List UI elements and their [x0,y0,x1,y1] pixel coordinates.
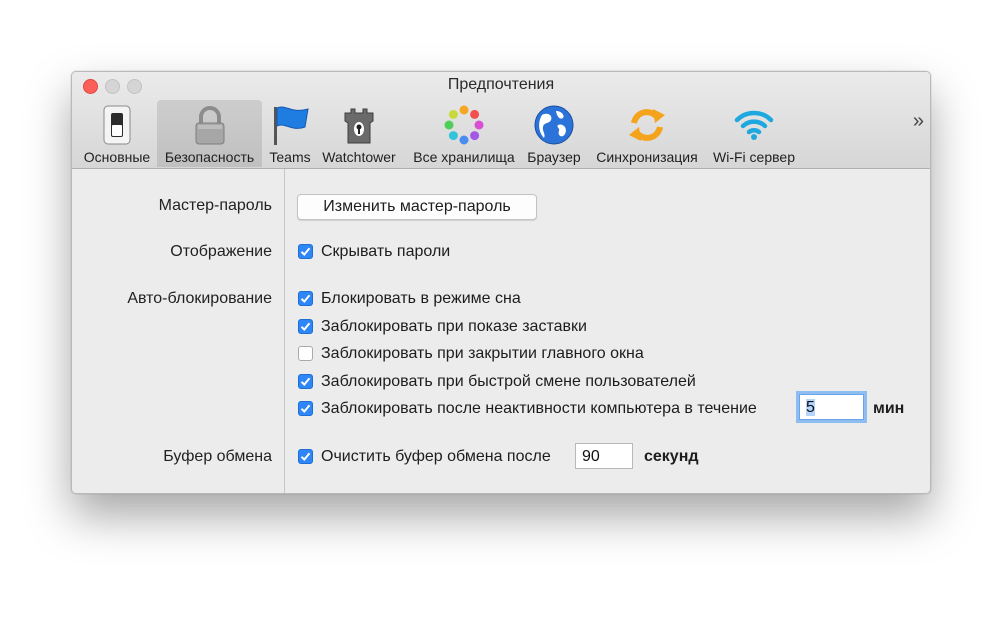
lock-after-idle-label: Заблокировать после неактивности компьют… [321,400,757,417]
clipboard-seconds-unit: секунд [644,448,699,465]
tab-browser[interactable]: Браузер [523,100,585,167]
master-password-label: Мастер-пароль [158,197,272,214]
tab-label: Синхронизация [596,149,698,165]
tab-label: Безопасность [164,149,255,165]
tab-watchtower[interactable]: Watchtower [317,100,401,167]
idle-minutes-value: 5 [806,399,815,416]
clear-clipboard-checkbox[interactable] [298,449,313,464]
checkmark-icon [300,247,311,256]
lock-icon [188,103,232,147]
clipboard-label: Буфер обмена [163,448,272,465]
globe-icon [532,103,576,147]
sync-icon [625,103,669,147]
checkmark-icon [300,404,311,413]
lock-on-screensaver-label: Заблокировать при показе заставки [321,318,587,335]
tab-general[interactable]: Основные [79,100,155,167]
preferences-window: Предпочтения Основные Безопасность Teams… [71,71,931,494]
tab-label: Браузер [527,149,581,165]
lock-after-idle-checkbox[interactable] [298,401,313,416]
labels-column [72,169,285,493]
checkmark-icon [300,294,311,303]
lock-on-sleep-checkbox[interactable] [298,291,313,306]
tab-teams[interactable]: Teams [265,100,315,167]
tab-label: Wi-Fi сервер [713,149,795,165]
switch-icon [95,103,139,147]
lock-on-screensaver-checkbox[interactable] [298,319,313,334]
lock-on-sleep-label: Блокировать в режиме сна [321,290,521,307]
checkmark-icon [300,452,311,461]
tower-icon [337,103,381,147]
wifi-icon [732,103,776,147]
idle-minutes-input[interactable]: 5 [799,394,864,420]
tab-wifi-server[interactable]: Wi-Fi сервер [708,100,800,167]
toolbar: Предпочтения Основные Безопасность Teams… [72,72,930,169]
tab-label: Все хранилища [413,149,515,165]
lock-on-fast-user-switch-label: Заблокировать при быстрой смене пользова… [321,373,696,390]
tab-security[interactable]: Безопасность [157,100,262,167]
checkmark-icon [300,322,311,331]
checkmark-icon [300,377,311,386]
idle-minutes-unit: мин [873,400,905,417]
lock-on-fast-user-switch-checkbox[interactable] [298,374,313,389]
window-title: Предпочтения [447,76,555,93]
change-master-password-button[interactable]: Изменить мастер-пароль [297,194,537,220]
clipboard-seconds-input[interactable]: 90 [575,443,633,469]
tab-label: Watchtower [322,149,396,165]
auto-lock-label: Авто-блокирование [127,290,272,307]
hide-passwords-checkbox[interactable] [298,244,313,259]
flag-icon [268,103,312,147]
tab-label: Основные [83,149,151,165]
display-label: Отображение [170,243,272,260]
toolbar-overflow-button[interactable]: » [913,110,924,133]
clear-clipboard-label: Очистить буфер обмена после [321,448,551,465]
hide-passwords-label: Скрывать пароли [321,243,451,260]
lock-on-close-main-window-label: Заблокировать при закрытии главного окна [321,345,644,362]
tab-label: Teams [269,149,311,165]
tab-all-vaults[interactable]: Все хранилища [406,100,522,167]
tab-sync[interactable]: Синхронизация [591,100,703,167]
lock-on-close-main-window-checkbox[interactable] [298,346,313,361]
vaults-ring-icon [442,103,486,147]
